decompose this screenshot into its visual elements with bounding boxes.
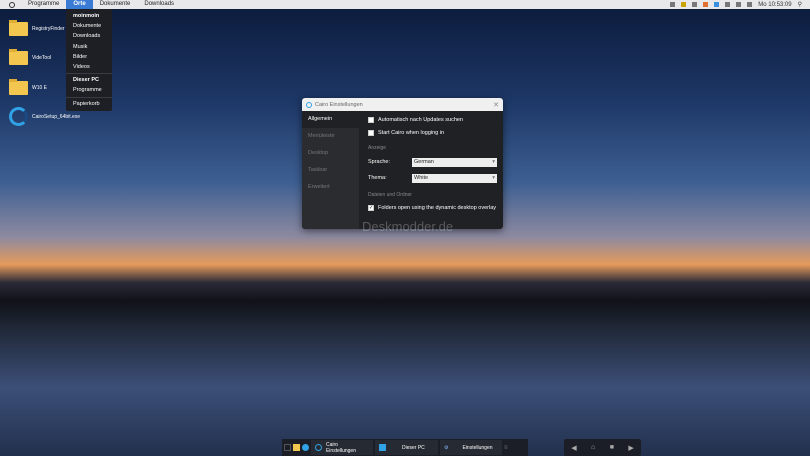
theme-label: Thema: (368, 175, 387, 181)
desktop-icon[interactable]: CairoSetup_64bit.exe (9, 107, 80, 126)
taskbar-item-cairo[interactable]: Cairo Einstellungen (311, 440, 373, 455)
computer-icon (379, 444, 386, 451)
settings-sidebar: Allgemein Menüleiste Desktop Taskbar Erw… (302, 111, 359, 229)
menu-item-downloads[interactable]: Downloads (66, 31, 112, 41)
tab-allgemein[interactable]: Allgemein (302, 111, 359, 128)
desktop-icon[interactable]: W10 E (9, 79, 47, 95)
folder-icon (9, 79, 28, 95)
menu-programme[interactable]: Programme (21, 0, 66, 9)
explorer-icon[interactable] (293, 444, 300, 451)
cairo-icon (315, 444, 322, 451)
menu-icon[interactable]: ≡ (504, 445, 508, 451)
cairo-logo-icon[interactable] (9, 1, 15, 8)
desktop-icon[interactable]: RegistryFinder (9, 20, 65, 36)
system-tray: Mo 10:53:09 ⚲ (670, 0, 802, 9)
tab-desktop[interactable]: Desktop (302, 145, 359, 162)
chevron-down-icon: ▾ (492, 174, 495, 181)
chevron-down-icon: ▾ (492, 158, 495, 165)
title-bar[interactable]: Cairo Einstellungen ✕ (302, 98, 503, 111)
login-checkbox[interactable]: Start Cairo when logging in (368, 126, 497, 139)
window-icon[interactable]: ■ (610, 444, 614, 451)
settings-window: Cairo Einstellungen ✕ Allgemein Menüleist… (302, 98, 503, 229)
tray-icon[interactable] (681, 2, 687, 7)
folder-icon (9, 20, 28, 36)
search-icon[interactable]: ⚲ (798, 1, 802, 8)
section-heading: Anzeige (368, 145, 387, 151)
language-select[interactable]: German ▾ (412, 157, 497, 167)
divider (66, 96, 112, 98)
home-icon[interactable]: ⌂ (591, 444, 595, 451)
menu-dokumente[interactable]: Dokumente (93, 0, 138, 9)
menu-bar: Programme Orte Dokumente Downloads Mo 10… (0, 0, 810, 9)
theme-select[interactable]: White ▾ (412, 173, 497, 183)
language-label: Sprache: (368, 159, 391, 165)
tab-taskbar[interactable]: Taskbar (302, 162, 359, 179)
menu-downloads[interactable]: Downloads (137, 0, 181, 9)
tray-icon[interactable] (692, 2, 698, 7)
navigation-bar: ◀ ⌂ ■ ▶ (564, 439, 641, 456)
taskbar: Cairo Einstellungen Dieser PC ⚙ Einstellu… (282, 439, 528, 456)
taskbar-item-dieser-pc[interactable]: Dieser PC (375, 440, 438, 455)
close-icon[interactable]: ✕ (493, 101, 499, 109)
divider (66, 73, 112, 75)
menu-item-programme[interactable]: Programme (66, 85, 112, 95)
volume-icon[interactable] (736, 2, 742, 7)
menu-item-dokumente[interactable]: Dokumente (66, 21, 112, 31)
tab-menueleiste[interactable]: Menüleiste (302, 128, 359, 145)
orte-dropdown: moinmoin Dokumente Downloads Musik Bilde… (66, 9, 112, 111)
back-icon[interactable]: ◀ (571, 444, 576, 452)
updates-checkbox[interactable]: Automatisch nach Updates suchen (368, 113, 497, 126)
menu-orte[interactable]: Orte (66, 0, 93, 9)
tab-erweitert[interactable]: Erweitert (302, 179, 359, 196)
cairo-icon (306, 101, 312, 108)
gear-icon: ⚙ (444, 444, 449, 451)
tray-icon[interactable] (714, 2, 720, 7)
menu-item-dieser-pc[interactable]: Dieser PC (66, 75, 112, 85)
tray-icon[interactable] (670, 2, 676, 7)
section-heading: Dateien und Ordner (368, 192, 412, 198)
menu-item-bilder[interactable]: Bilder (66, 52, 112, 62)
watermark: Deskmodder.de (362, 219, 454, 234)
edge-icon[interactable] (302, 444, 309, 451)
desktop-icon[interactable] (284, 444, 291, 451)
folder-icon (9, 49, 28, 65)
network-icon[interactable] (725, 2, 731, 7)
menu-item-musik[interactable]: Musik (66, 42, 112, 52)
taskbar-item-einstellungen[interactable]: ⚙ Einstellungen (440, 440, 502, 455)
menu-item-videos[interactable]: Videos (66, 62, 112, 72)
installer-icon (9, 107, 28, 126)
menu-item-moinmoin[interactable]: moinmoin (66, 11, 112, 21)
desktop-icon[interactable]: VideTool (9, 49, 51, 65)
overlay-checkbox[interactable]: ✓ Folders open using the dynamic desktop … (368, 201, 497, 214)
clock[interactable]: Mo 10:53:09 (758, 2, 791, 8)
forward-icon[interactable]: ▶ (628, 444, 633, 452)
action-center-icon[interactable] (747, 2, 753, 7)
tray-icon[interactable] (703, 2, 709, 7)
settings-content: Automatisch nach Updates suchen Start Ca… (368, 111, 497, 214)
